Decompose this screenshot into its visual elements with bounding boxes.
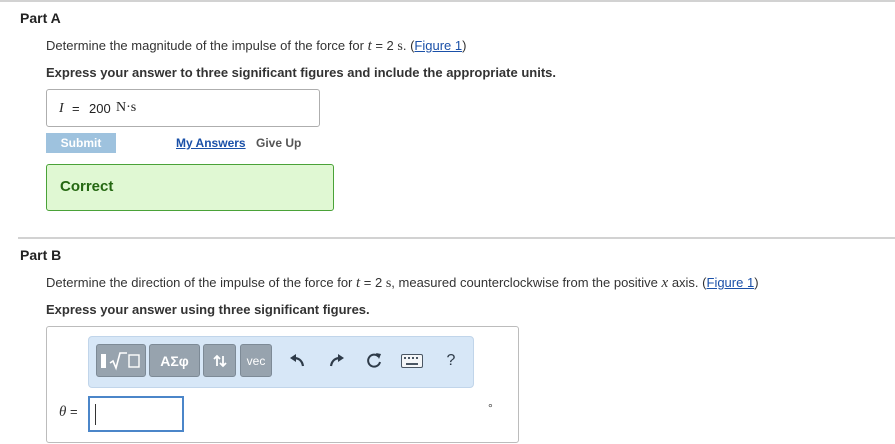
keyboard-icon	[401, 353, 423, 368]
part-divider	[18, 237, 895, 239]
question-close: )	[754, 275, 759, 290]
part-b-heading: Part B	[20, 247, 62, 263]
undo-button[interactable]	[285, 344, 309, 377]
templates-button[interactable]	[96, 344, 146, 377]
answer-variable: I	[59, 101, 64, 116]
correct-feedback: Correct	[46, 164, 334, 211]
answer-value: 200	[89, 101, 111, 116]
theta-label: θ =	[59, 404, 78, 421]
answer-equals: =	[72, 101, 80, 116]
question-mid: , measured counterclockwise from the pos…	[391, 275, 662, 290]
question-text: Determine the magnitude of the impulse o…	[46, 38, 368, 53]
part-a-heading: Part A	[20, 10, 61, 26]
sqrt-template-icon	[101, 351, 140, 370]
theta-input[interactable]	[88, 396, 184, 432]
figure-1-link[interactable]: Figure 1	[414, 38, 462, 53]
part-b-instructions: Express your answer using three signific…	[46, 302, 370, 317]
arrows-button[interactable]	[203, 344, 236, 377]
submit-button[interactable]: Submit	[46, 133, 116, 153]
top-divider	[0, 0, 895, 2]
undo-icon	[290, 353, 305, 366]
my-answers-link[interactable]: My Answers	[176, 136, 246, 150]
vector-button[interactable]: vec	[240, 344, 272, 377]
degree-unit: °	[488, 401, 493, 415]
redo-icon	[329, 353, 344, 366]
text-caret	[95, 404, 96, 425]
greek-symbols-button[interactable]: ΑΣφ	[149, 344, 200, 377]
part-b-question: Determine the direction of the impulse o…	[46, 275, 759, 292]
up-down-arrows-icon	[212, 354, 227, 367]
part-a-instructions: Express your answer to three significant…	[46, 65, 556, 80]
feedback-text: Correct	[60, 178, 114, 195]
reset-button[interactable]	[362, 344, 386, 377]
give-up-link[interactable]: Give Up	[256, 136, 301, 150]
redo-button[interactable]	[325, 344, 349, 377]
question-equals: = 2	[371, 38, 398, 53]
keyboard-button[interactable]	[398, 344, 426, 377]
figure-1-link[interactable]: Figure 1	[707, 275, 755, 290]
help-button[interactable]: ?	[440, 344, 462, 377]
question-equals: = 2	[360, 275, 386, 290]
part-a-answer-box: I = 200 N·s	[46, 89, 320, 127]
theta-equals: =	[66, 404, 78, 419]
question-suffix: axis. (	[668, 275, 707, 290]
reset-icon	[367, 352, 381, 368]
question-close: )	[462, 38, 467, 53]
question-text: Determine the direction of the impulse o…	[46, 275, 356, 290]
part-a-question: Determine the magnitude of the impulse o…	[46, 38, 466, 55]
question-suffix: . (	[402, 38, 415, 53]
answer-units: N·s	[116, 100, 137, 115]
